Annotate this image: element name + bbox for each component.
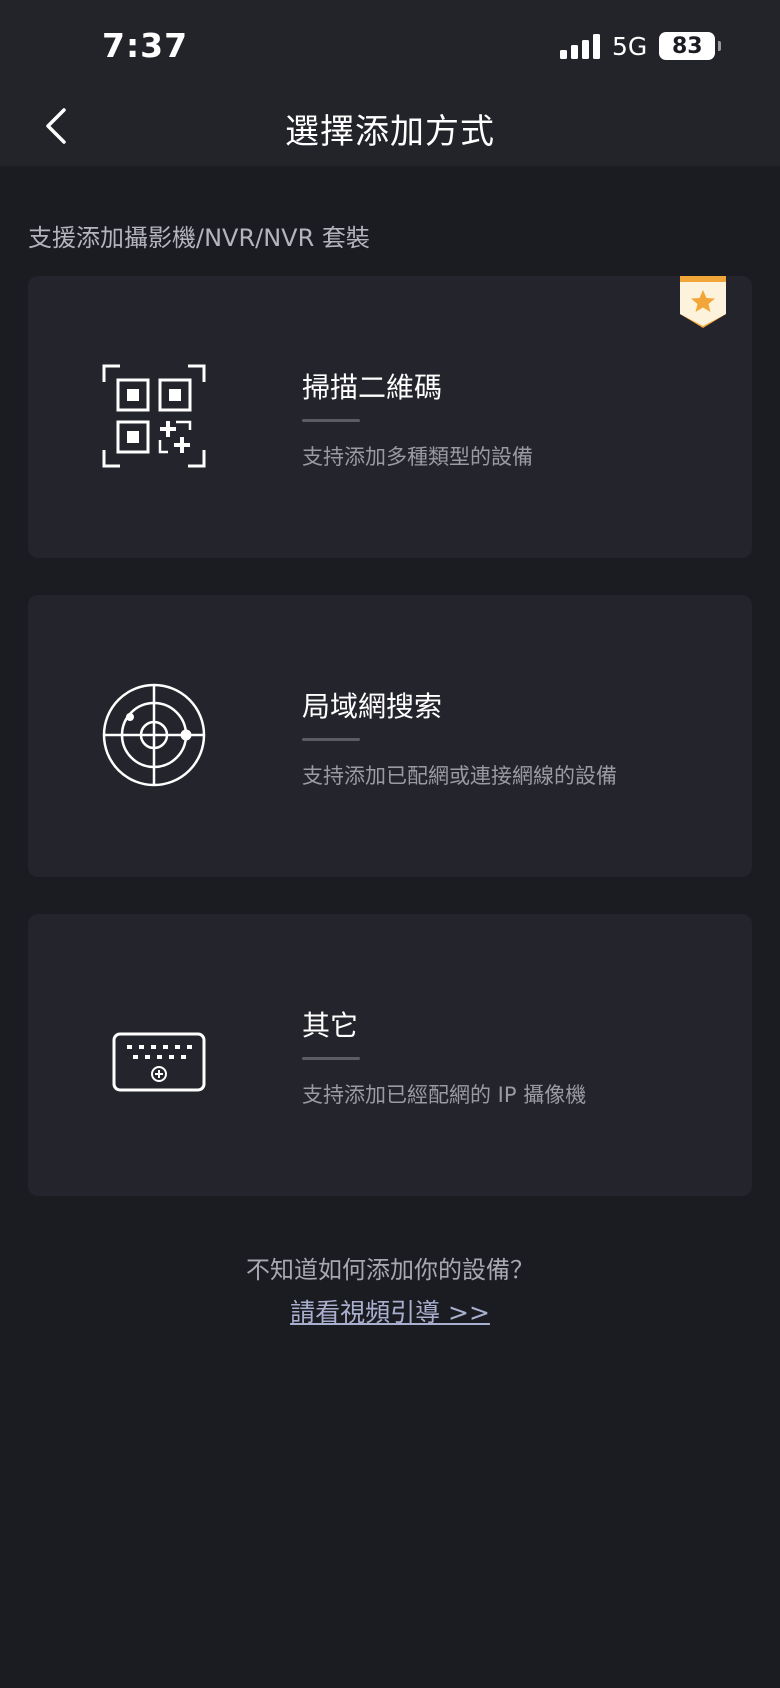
help-question: 不知道如何添加你的設備？ — [246, 1256, 534, 1284]
status-time: 7:37 — [102, 26, 189, 65]
star-badge-icon — [680, 276, 726, 328]
network-type: 5G — [612, 31, 648, 61]
divider — [302, 1057, 360, 1060]
option-title: 掃描二維碼 — [302, 371, 443, 404]
status-indicators: 5G 83 — [560, 30, 722, 62]
option-lan-search[interactable]: 局域網搜索 支持添加已配網或連接網線的設備 — [28, 595, 752, 877]
ip-camera-keyboard-icon — [112, 1032, 206, 1092]
divider — [302, 738, 360, 741]
option-title: 其它 — [302, 1009, 359, 1042]
section-label: 支援添加攝影機/NVR/NVR 套裝 — [28, 224, 370, 252]
divider — [302, 419, 360, 422]
battery-level: 83 — [671, 33, 703, 59]
option-desc: 支持添加已配網或連接網線的設備 — [302, 764, 617, 788]
option-other[interactable]: 其它 支持添加已經配網的 IP 攝像機 — [28, 914, 752, 1196]
option-scan-qr[interactable]: 掃描二維碼 支持添加多種類型的設備 — [28, 276, 752, 558]
header: 7:37 5G 83 選擇添加方式 — [0, 0, 780, 166]
video-guide-link[interactable]: 請看視頻引導 >> — [0, 1293, 780, 1329]
option-desc: 支持添加已經配網的 IP 攝像機 — [302, 1083, 587, 1107]
signal-icon — [560, 33, 600, 59]
option-desc: 支持添加多種類型的設備 — [302, 445, 533, 469]
option-title: 局域網搜索 — [302, 690, 443, 723]
battery-icon: 83 — [659, 32, 722, 60]
qr-code-scan-icon — [102, 364, 206, 468]
page-title: 選擇添加方式 — [285, 112, 495, 152]
radar-icon — [102, 683, 206, 787]
